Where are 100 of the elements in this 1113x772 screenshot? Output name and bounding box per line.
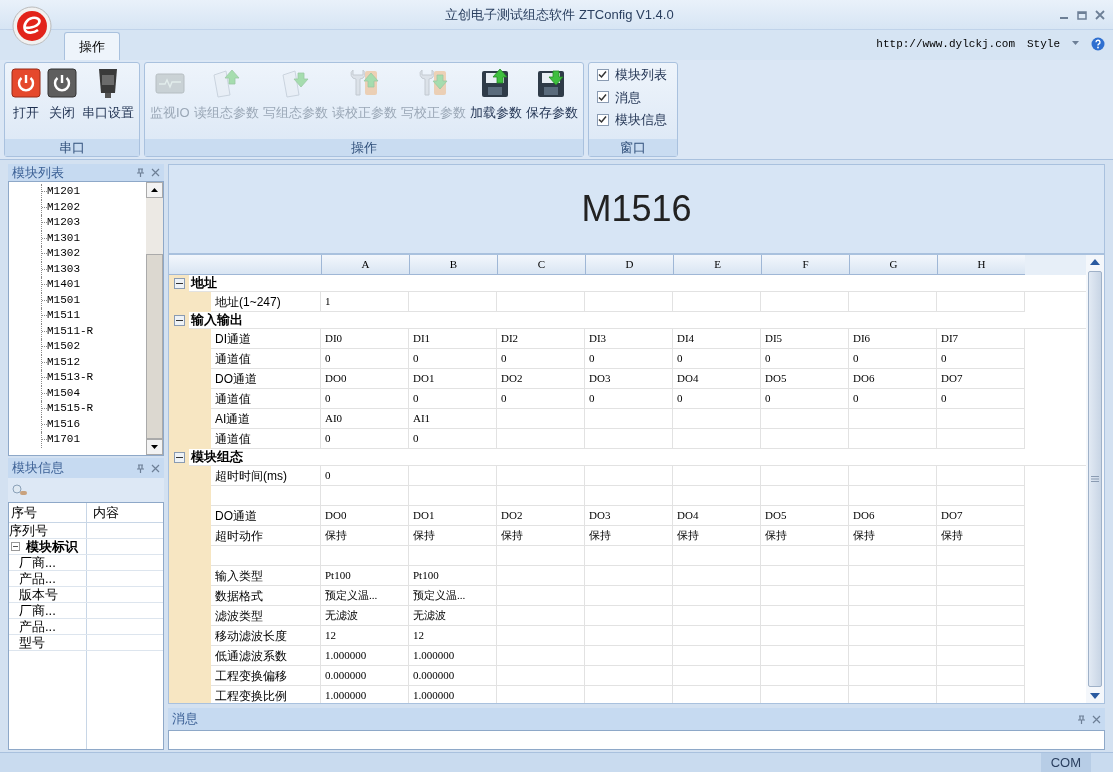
scrollbar[interactable] xyxy=(1086,255,1104,703)
table-cell[interactable]: 无滤波 xyxy=(409,606,497,626)
close-icon[interactable] xyxy=(151,463,160,473)
table-cell[interactable]: 0.000000 xyxy=(409,666,497,686)
table-cell[interactable]: DO5 xyxy=(761,369,849,389)
table-cell[interactable]: 0 xyxy=(849,349,937,369)
table-cell[interactable] xyxy=(849,666,937,686)
tree-item[interactable]: M1203 xyxy=(47,215,80,231)
table-cell[interactable]: 0 xyxy=(321,349,409,369)
table-cell[interactable]: AI0 xyxy=(321,409,409,429)
table-cell[interactable] xyxy=(585,586,673,606)
table-cell[interactable]: DO4 xyxy=(673,506,761,526)
column-header[interactable]: G xyxy=(849,255,937,275)
table-cell[interactable] xyxy=(761,666,849,686)
table-cell[interactable] xyxy=(321,546,409,566)
tree-item[interactable]: M1504 xyxy=(47,385,80,401)
table-cell[interactable]: AI1 xyxy=(409,409,497,429)
tree-item[interactable]: M1401 xyxy=(47,277,80,293)
table-cell[interactable]: 0 xyxy=(585,349,673,369)
table-cell[interactable]: 保持 xyxy=(761,526,849,546)
table-cell[interactable]: DO7 xyxy=(937,506,1025,526)
table-cell[interactable] xyxy=(849,429,937,449)
collapse-button[interactable] xyxy=(11,542,20,551)
table-cell[interactable]: DO2 xyxy=(497,369,585,389)
table-cell[interactable] xyxy=(585,666,673,686)
table-cell[interactable] xyxy=(673,626,761,646)
collapse-button[interactable] xyxy=(173,452,185,463)
scrollbar[interactable] xyxy=(146,182,163,455)
table-cell[interactable] xyxy=(497,546,585,566)
table-cell[interactable]: DI2 xyxy=(497,329,585,349)
table-cell[interactable]: DO3 xyxy=(585,369,673,389)
table-cell[interactable]: 0 xyxy=(937,349,1025,369)
table-cell[interactable] xyxy=(849,292,937,312)
table-cell[interactable]: 0 xyxy=(761,389,849,409)
collapse-button[interactable] xyxy=(173,278,185,289)
column-header[interactable]: C xyxy=(497,255,585,275)
table-cell[interactable] xyxy=(409,466,497,486)
table-cell[interactable] xyxy=(497,626,585,646)
table-cell[interactable] xyxy=(673,409,761,429)
tree-item[interactable]: M1511 xyxy=(47,308,80,324)
close-icon[interactable] xyxy=(151,168,160,177)
table-cell[interactable] xyxy=(673,292,761,312)
caret-icon[interactable] xyxy=(1072,41,1079,47)
tree-item[interactable]: M1515-R xyxy=(47,401,94,417)
ribbon-button[interactable]: 加载参数 xyxy=(467,67,524,123)
table-cell[interactable] xyxy=(585,626,673,646)
tree-item[interactable]: M1501 xyxy=(47,292,80,308)
table-cell[interactable]: 0 xyxy=(321,466,409,486)
table-cell[interactable] xyxy=(585,546,673,566)
table-cell[interactable] xyxy=(937,626,1025,646)
table-cell[interactable] xyxy=(761,486,849,506)
table-cell[interactable]: DI0 xyxy=(321,329,409,349)
table-cell[interactable] xyxy=(673,546,761,566)
table-cell[interactable]: 1 xyxy=(321,292,409,312)
table-cell[interactable]: DO3 xyxy=(585,506,673,526)
table-cell[interactable]: Pt100 xyxy=(409,566,497,586)
table-cell[interactable]: DI4 xyxy=(673,329,761,349)
table-cell[interactable]: 保持 xyxy=(849,526,937,546)
table-cell[interactable] xyxy=(761,466,849,486)
column-header[interactable]: A xyxy=(321,255,409,275)
table-cell[interactable] xyxy=(409,292,497,312)
table-cell[interactable]: 1.000000 xyxy=(321,686,409,703)
table-cell[interactable]: 保持 xyxy=(673,526,761,546)
table-cell[interactable]: 1.000000 xyxy=(409,686,497,703)
collapse-button[interactable] xyxy=(173,315,185,326)
table-cell[interactable] xyxy=(761,606,849,626)
table-cell[interactable]: DO4 xyxy=(673,369,761,389)
ribbon-button[interactable]: 打开 xyxy=(8,67,44,123)
table-cell[interactable]: DI5 xyxy=(761,329,849,349)
table-cell[interactable]: 预定义温... xyxy=(409,586,497,606)
magnifier-icon[interactable] xyxy=(12,484,28,496)
table-cell[interactable] xyxy=(761,292,849,312)
table-cell[interactable] xyxy=(585,409,673,429)
table-cell[interactable]: 0 xyxy=(409,429,497,449)
table-cell[interactable] xyxy=(497,292,585,312)
table-cell[interactable]: 0 xyxy=(761,349,849,369)
pin-icon[interactable] xyxy=(136,168,145,177)
table-cell[interactable] xyxy=(761,646,849,666)
table-cell[interactable] xyxy=(673,466,761,486)
table-cell[interactable] xyxy=(937,606,1025,626)
table-cell[interactable] xyxy=(849,409,937,429)
table-cell[interactable] xyxy=(585,566,673,586)
table-cell[interactable] xyxy=(321,486,409,506)
maximize-icon[interactable] xyxy=(1077,9,1087,20)
table-cell[interactable] xyxy=(937,566,1025,586)
table-cell[interactable] xyxy=(849,546,937,566)
scroll-up-icon[interactable] xyxy=(146,182,163,198)
column-header[interactable]: H xyxy=(937,255,1025,275)
close-icon[interactable] xyxy=(1095,9,1105,20)
table-cell[interactable] xyxy=(849,646,937,666)
table-cell[interactable]: 12 xyxy=(409,626,497,646)
table-cell[interactable] xyxy=(497,486,585,506)
table-cell[interactable]: 0 xyxy=(409,389,497,409)
table-cell[interactable]: 0 xyxy=(321,389,409,409)
table-cell[interactable] xyxy=(497,606,585,626)
table-cell[interactable] xyxy=(497,566,585,586)
column-header[interactable]: F xyxy=(761,255,849,275)
table-cell[interactable] xyxy=(937,646,1025,666)
table-cell[interactable]: 0 xyxy=(409,349,497,369)
table-cell[interactable] xyxy=(937,546,1025,566)
